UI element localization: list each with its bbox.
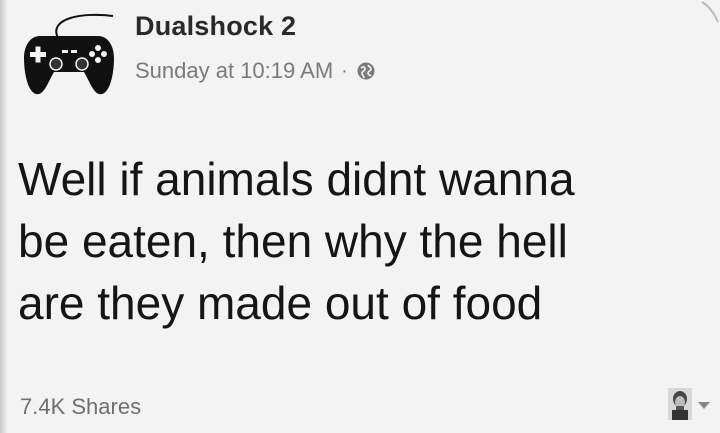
post-timestamp[interactable]: Sunday at 10:19 AM [135,58,333,84]
facebook-post: Dualshock 2 Sunday at 10:19 AM · Well if… [0,0,720,433]
shares-count[interactable]: 7.4K Shares [20,394,141,420]
post-text-line: Well if animals didnt wanna [18,153,575,205]
corner-decoration [700,0,720,40]
post-meta: Sunday at 10:19 AM · [135,58,376,84]
profile-thumbnail-icon[interactable] [664,384,696,424]
author-name[interactable]: Dualshock 2 [135,11,296,42]
post-text: Well if animals didnt wanna be eaten, th… [18,148,708,334]
post-text-line: are they made out of food [18,277,543,329]
avatar[interactable] [18,8,120,100]
gamepad-icon [24,13,114,95]
post-text-line: be eaten, then why the hell [18,215,568,267]
caret-down-icon[interactable] [698,402,710,409]
globe-icon [356,61,376,81]
meta-separator: · [341,59,348,82]
left-edge-shadow [0,0,8,433]
